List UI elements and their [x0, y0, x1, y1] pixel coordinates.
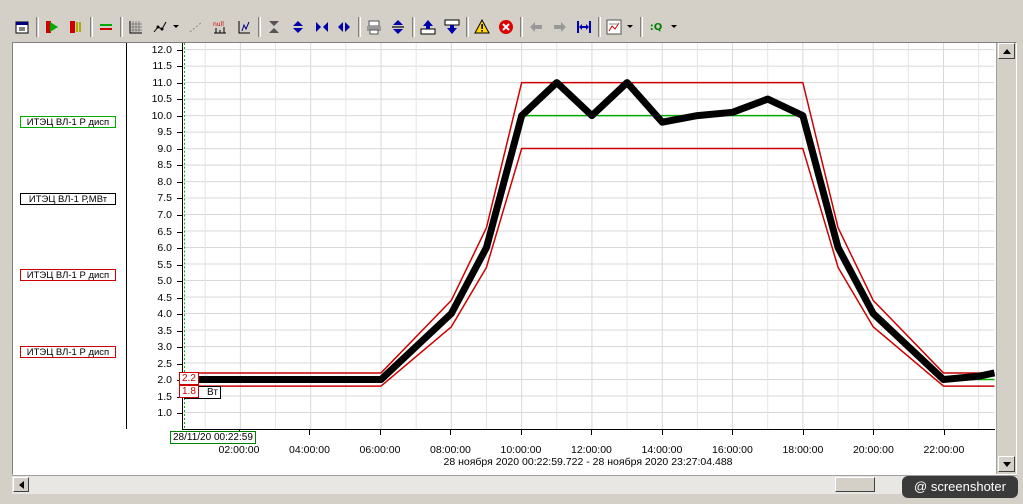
y-tick-label: 6.0: [157, 242, 172, 255]
line-points-icon[interactable]: [150, 17, 170, 37]
y-tick-label: 8.5: [157, 159, 172, 172]
x-tick: [873, 430, 875, 435]
y-axis: 1.0 1.5 2.0 2.5 3.0 3.5 4.0 4.5 5.0 5.5 6.0 6.5 7.0 7…: [126, 43, 182, 429]
scroll-thumb[interactable]: [835, 477, 875, 492]
legend-item-power[interactable]: ИТЭЦ ВЛ-1 Р,МВт: [20, 193, 116, 205]
null-values-icon[interactable]: null: [210, 17, 230, 37]
svg-text:null: null: [213, 21, 224, 28]
x-tick: [450, 430, 452, 435]
scroll-up-icon: [1002, 48, 1011, 54]
plot-area[interactable]: [182, 43, 995, 430]
x-tick: [943, 430, 945, 435]
import-icon[interactable]: [442, 17, 462, 37]
horizontal-scrollbar[interactable]: [12, 475, 1017, 494]
x-tick: [732, 430, 734, 435]
x-tick-label: 08:00:00: [430, 444, 471, 456]
legend-panel: ИТЭЦ ВЛ-1 Р дисп ИТЭЦ ВЛ-1 Р,МВт ИТЭЦ ВЛ…: [13, 43, 127, 429]
query-label: :Q: [649, 21, 663, 33]
x-tick-label: 18:00:00: [782, 444, 824, 456]
x-tick-label: 04:00:00: [289, 444, 330, 456]
y-tick-label: 12.0: [151, 43, 172, 56]
y-tick-label: 3.5: [157, 324, 172, 337]
y-tick-label: 6.5: [157, 225, 172, 238]
x-tick-label: 12:00:00: [571, 444, 612, 456]
query-icon[interactable]: :Q: [646, 17, 666, 37]
left-strip: [0, 42, 12, 475]
x-tick: [379, 430, 381, 435]
line-points-dropdown-icon[interactable]: [172, 17, 180, 37]
export-icon[interactable]: [418, 17, 438, 37]
screenshoter-watermark: @ screenshoter: [902, 476, 1018, 498]
x-tick: [591, 430, 593, 435]
x-tick-label: 16:00:00: [711, 444, 753, 456]
chart-settings-icon[interactable]: [604, 17, 624, 37]
y-tick-label: 9.5: [157, 126, 172, 139]
y-tick-label: 1.5: [157, 390, 172, 403]
cursor-start-label: 28/11/20 00:22:59: [170, 431, 256, 444]
line-style-icon[interactable]: [186, 17, 206, 37]
x-tick: [661, 430, 663, 435]
x-tick-label: 02:00:00: [218, 444, 260, 456]
x-tick-label: 14:00:00: [641, 444, 683, 456]
legend-icon[interactable]: [96, 17, 116, 37]
y-tick-label: 4.5: [157, 291, 172, 304]
y-tick-label: 11.5: [152, 60, 172, 73]
x-tick-label: 20:00:00: [852, 444, 894, 456]
scroll-left-icon: [18, 480, 24, 489]
x-tick: [520, 430, 522, 435]
y-tick-label: 2.5: [157, 357, 172, 370]
x-tick-label: 22:00:00: [923, 444, 965, 456]
expand-vertical-icon[interactable]: [288, 17, 308, 37]
toolbar: null :Q: [0, 0, 1023, 42]
legend-item-dispatch-lower[interactable]: ИТЭЦ ВЛ-1 Р дисп: [20, 346, 116, 358]
y-tick-label: 5.5: [157, 258, 172, 271]
y-tick-label: 4.0: [157, 308, 172, 321]
y-tick-label: 8.0: [157, 175, 172, 188]
play-icon[interactable]: [42, 17, 62, 37]
legend-item-dispatch-upper[interactable]: ИТЭЦ ВЛ-1 Р дисп: [20, 269, 116, 281]
chart-workspace: ИТЭЦ ВЛ-1 Р дисп ИТЭЦ ВЛ-1 Р,МВт ИТЭЦ ВЛ…: [12, 42, 1017, 475]
time-range-text: 28 ноября 2020 00:22:59.722 - 28 ноября …: [443, 456, 733, 468]
compress-horizontal-icon[interactable]: [312, 17, 332, 37]
arrow-left-icon[interactable]: [526, 17, 546, 37]
y-tick-label: 7.5: [157, 192, 172, 205]
y-tick-label: 9.0: [157, 142, 172, 155]
x-tick-label: 06:00:00: [359, 444, 401, 456]
scale-icon[interactable]: [234, 17, 254, 37]
scroll-down-button[interactable]: [998, 456, 1015, 472]
vertical-scrollbar[interactable]: [996, 43, 1016, 474]
y-tick-label: 10.0: [151, 109, 172, 122]
properties-icon[interactable]: [12, 17, 32, 37]
grid-icon[interactable]: [126, 17, 146, 37]
chart-settings-dropdown-icon[interactable]: [626, 17, 634, 37]
y-tick-label: 7.0: [157, 209, 172, 221]
x-tick-label: 10:00:00: [500, 444, 542, 456]
y-tick-label: 10.5: [151, 93, 172, 106]
y-tick-label: 1.0: [157, 407, 172, 420]
expand-horizontal-icon[interactable]: [334, 17, 354, 37]
y-tick-label: 5.0: [157, 275, 172, 288]
warning-icon[interactable]: [472, 17, 492, 37]
zoom-vertical-icon[interactable]: [388, 17, 408, 37]
scroll-left-button[interactable]: [13, 477, 29, 492]
scroll-up-button[interactable]: [998, 43, 1015, 59]
query-dropdown-icon[interactable]: [670, 17, 678, 37]
legend-item-dispatch-green[interactable]: ИТЭЦ ВЛ-1 Р дисп: [20, 116, 116, 128]
cursor-lower-value: 1.8: [179, 385, 199, 398]
scroll-down-icon: [1002, 461, 1011, 467]
y-tick-label: 3.0: [157, 341, 172, 354]
y-tick-label: 11.0: [152, 76, 172, 89]
x-tick: [309, 430, 311, 435]
cursor-upper-value: 2.2: [179, 372, 199, 385]
stop-icon[interactable]: [496, 17, 516, 37]
fit-width-icon[interactable]: [574, 17, 594, 37]
y-tick-label: 2.0: [157, 374, 172, 387]
print-icon[interactable]: [364, 17, 384, 37]
x-tick: [802, 430, 804, 435]
fit-vertical-icon[interactable]: [264, 17, 284, 37]
pause-icon[interactable]: [66, 17, 86, 37]
arrow-right-icon[interactable]: [550, 17, 570, 37]
